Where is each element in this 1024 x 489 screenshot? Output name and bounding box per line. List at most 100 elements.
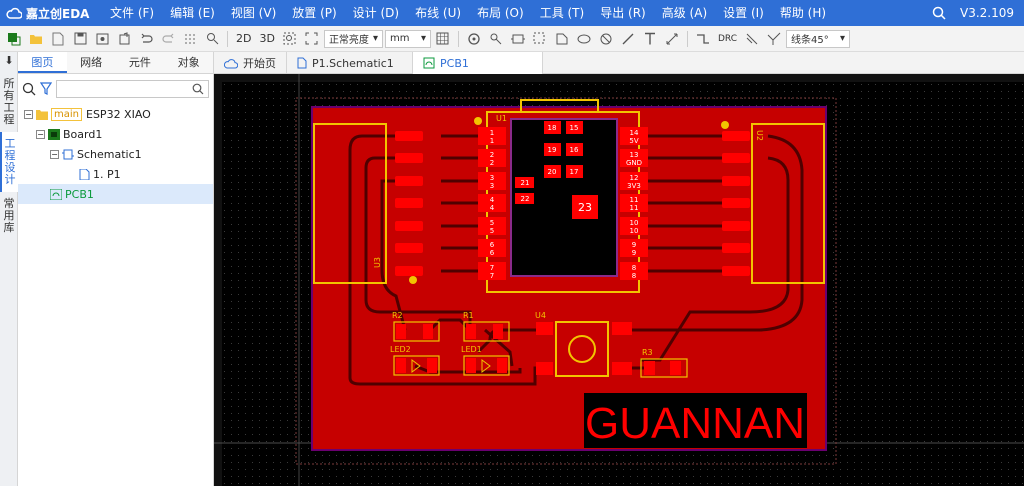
ref-r2: R2: [392, 311, 403, 320]
tab-schematic[interactable]: P1.Schematic1: [287, 52, 413, 74]
menu-route[interactable]: 布线 (U): [407, 0, 469, 26]
pad-number: 13: [630, 151, 639, 159]
share-icon[interactable]: [114, 29, 134, 49]
collapse-icon[interactable]: −: [50, 149, 59, 159]
chevron-down-icon: ▾: [372, 33, 378, 44]
app-logo[interactable]: 嘉立创EDA: [6, 5, 102, 22]
menu-place[interactable]: 放置 (P): [284, 0, 344, 26]
pad-label: 2: [490, 159, 494, 167]
chevron-down-icon: ▾: [839, 33, 845, 44]
filter-icon[interactable]: [40, 82, 52, 96]
tree-label: PCB1: [65, 187, 94, 201]
pad-label: 10: [630, 227, 639, 235]
menu-settings[interactable]: 设置 (I): [715, 0, 772, 26]
line-icon[interactable]: [618, 29, 638, 49]
view-2d-button[interactable]: 2D: [233, 32, 254, 45]
ref-led1: LED1: [461, 345, 482, 354]
pad-number: 16: [570, 146, 579, 154]
menu-design[interactable]: 设计 (D): [345, 0, 407, 26]
zoom-list-icon[interactable]: [202, 29, 222, 49]
ref-r3: R3: [642, 348, 653, 357]
undo-icon[interactable]: [136, 29, 156, 49]
pin-panel-icon[interactable]: ⬇: [0, 52, 18, 72]
ref-r1: R1: [463, 311, 474, 320]
ref-u2: U2: [755, 130, 764, 141]
via-icon[interactable]: [464, 29, 484, 49]
tree-item-schematic[interactable]: − Schematic1: [18, 144, 213, 164]
open-folder-icon[interactable]: [26, 29, 46, 49]
tab-label: PCB1: [440, 56, 469, 70]
redo-icon[interactable]: [158, 29, 178, 49]
grid-icon[interactable]: [433, 29, 453, 49]
menu-file[interactable]: 文件 (F): [102, 0, 162, 26]
tree-search-input[interactable]: [56, 80, 209, 98]
save-icon[interactable]: [70, 29, 90, 49]
collapse-icon[interactable]: −: [36, 129, 45, 139]
collapse-icon[interactable]: −: [24, 109, 33, 119]
text-icon[interactable]: [640, 29, 660, 49]
component-icon[interactable]: [508, 29, 528, 49]
menu-view[interactable]: 视图 (V): [223, 0, 284, 26]
tree-item-pcb[interactable]: PCB1: [18, 184, 213, 204]
pad-label: 3: [490, 182, 494, 190]
layer-icon[interactable]: [4, 29, 24, 49]
fit-view-icon[interactable]: [302, 29, 322, 49]
new-file-icon[interactable]: [48, 29, 68, 49]
tab-nets[interactable]: 网络: [67, 52, 116, 73]
pad-label: 1: [490, 137, 494, 145]
board-silkscreen-text[interactable]: GUANNAN: [585, 399, 805, 448]
menu-help[interactable]: 帮助 (H): [772, 0, 834, 26]
menu-advanced[interactable]: 高级 (A): [654, 0, 715, 26]
tree-item-project[interactable]: − main ESP32 XIAO: [18, 104, 213, 124]
rail-tab-common-library[interactable]: 常用库: [0, 192, 18, 240]
pin-icon[interactable]: [486, 29, 506, 49]
region-icon[interactable]: [530, 29, 550, 49]
tab-sheets[interactable]: 图页: [18, 52, 67, 73]
pad-number: 3: [490, 174, 494, 182]
document-tabs: 开始页 P1.Schematic1 PCB1: [214, 52, 1024, 74]
brightness-select[interactable]: 正常亮度 ▾: [323, 29, 383, 48]
pad-number: 8: [632, 264, 636, 272]
project-name: ESP32 XIAO: [86, 107, 151, 121]
pcb-canvas[interactable]: 11 22 33 44 55 66 77 14 5V 13 GND 12 3V3 11…: [214, 74, 1024, 486]
pcb-icon: [50, 188, 62, 200]
ellipse-icon[interactable]: [574, 29, 594, 49]
pin1-marker: [721, 121, 729, 129]
cloud-icon: [224, 58, 238, 68]
tab-components[interactable]: 元件: [116, 52, 165, 73]
menu-tools[interactable]: 工具 (T): [532, 0, 593, 26]
diff-pair-icon[interactable]: [742, 29, 762, 49]
search-icon[interactable]: [932, 6, 946, 20]
rail-tab-all-projects[interactable]: 所有工程: [0, 72, 18, 132]
tree-item-board[interactable]: − Board1: [18, 124, 213, 144]
grid-dots-icon[interactable]: [180, 29, 200, 49]
angle-icon[interactable]: [764, 29, 784, 49]
polygon-icon[interactable]: [552, 29, 572, 49]
menu-layout[interactable]: 布局 (O): [469, 0, 532, 26]
dimension-icon[interactable]: [662, 29, 682, 49]
page-icon: [79, 168, 90, 180]
tab-pcb[interactable]: PCB1: [413, 52, 543, 74]
route-icon[interactable]: [693, 29, 713, 49]
search-icon: [192, 83, 204, 95]
rail-tab-project-design[interactable]: 工程设计: [0, 132, 18, 192]
ref-u4: U4: [535, 311, 546, 320]
pad-label: 6: [490, 249, 495, 257]
zoom-area-icon[interactable]: [280, 29, 300, 49]
menu-edit[interactable]: 编辑 (E): [162, 0, 223, 26]
pad-label: 4: [490, 204, 495, 212]
page-icon: [297, 57, 307, 69]
save-as-icon[interactable]: [92, 29, 112, 49]
tab-start-page[interactable]: 开始页: [214, 52, 287, 74]
tab-objects[interactable]: 对象: [164, 52, 213, 73]
no-connect-icon[interactable]: [596, 29, 616, 49]
tree-item-sheet[interactable]: 1. P1: [18, 164, 213, 184]
track-angle-select[interactable]: 线条45° ▾: [786, 29, 850, 48]
view-3d-button[interactable]: 3D: [256, 32, 277, 45]
search-icon[interactable]: [22, 82, 36, 96]
chevron-down-icon: ▾: [420, 33, 426, 44]
drc-button[interactable]: DRC: [715, 34, 740, 44]
pad-number: 21: [521, 179, 530, 187]
unit-select[interactable]: mm ▾: [384, 29, 431, 48]
menu-export[interactable]: 导出 (R): [592, 0, 654, 26]
